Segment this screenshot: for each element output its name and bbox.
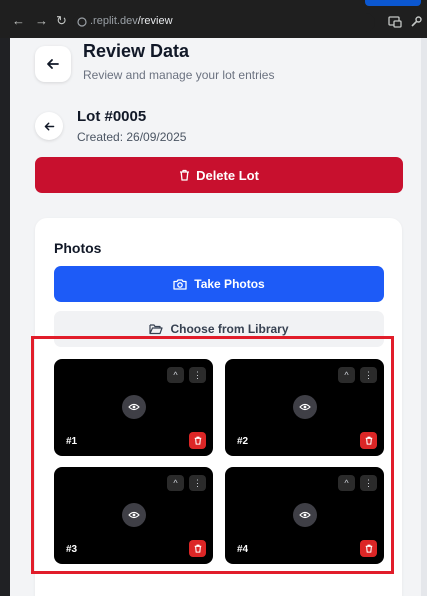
take-photos-button[interactable]: Take Photos [54,266,384,302]
take-photos-label: Take Photos [194,277,265,291]
lot-title: Lot #0005 [77,108,147,125]
folder-open-icon [149,324,164,335]
back-arrow-icon[interactable]: ← [12,13,25,29]
choose-from-library-label: Choose from Library [170,322,289,336]
trash-icon [180,169,190,181]
photo-grid-highlight [31,336,394,574]
page-subtitle: Review and manage your lot entries [83,68,275,82]
page-title: Review Data [83,41,190,61]
arrow-left-icon [47,59,59,69]
header-back-button[interactable] [35,46,71,82]
cast-icon[interactable] [388,15,402,29]
browser-profile-button[interactable] [365,0,421,6]
photos-card: Photos Take Photos Choose from Library ^… [31,218,402,596]
scrollbar[interactable] [421,38,427,596]
reload-icon[interactable]: ↻ [56,13,67,29]
delete-lot-button[interactable]: Delete Lot [35,157,403,193]
page: Review Data Review and manage your lot e… [10,38,427,596]
forward-arrow-icon[interactable]: → [35,13,48,29]
delete-lot-label: Delete Lot [196,167,259,183]
wrench-icon[interactable] [409,15,423,29]
lot-created-date: Created: 26/09/2025 [77,130,187,144]
browser-toolbar: ← → ↻ .replit.dev/review [0,0,427,38]
arrow-left-icon [44,122,54,130]
url-text: .replit.dev/review [90,15,173,27]
lot-back-button[interactable] [35,112,63,140]
site-info-icon[interactable] [77,17,87,27]
photos-section-title: Photos [54,240,102,256]
camera-icon [173,279,187,290]
address-bar[interactable]: .replit.dev/review [73,13,375,32]
